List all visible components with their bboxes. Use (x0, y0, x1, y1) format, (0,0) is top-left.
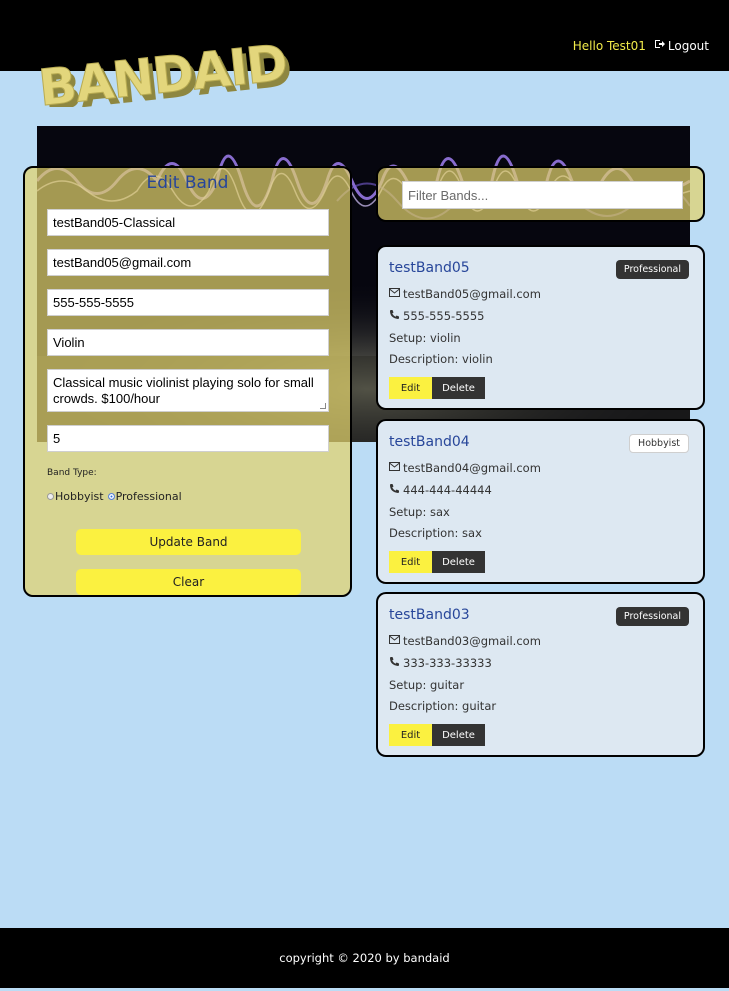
phone-icon (389, 483, 400, 497)
envelope-icon (389, 634, 400, 648)
radio-hobbyist[interactable] (47, 493, 54, 500)
band-number-input[interactable]: 5 (47, 425, 329, 452)
greeting-text: Hello Test01 (572, 38, 646, 53)
band-name[interactable]: testBand03 (389, 607, 470, 623)
band-phone-text: 333-333-33333 (403, 656, 492, 670)
band-email: testBand05@gmail.com (389, 287, 541, 301)
band-setup: Setup: violin (389, 331, 461, 345)
textarea-resize-handle[interactable] (320, 403, 326, 409)
clear-button[interactable]: Clear (76, 569, 301, 595)
phone-icon (389, 309, 400, 323)
envelope-icon (389, 287, 400, 301)
band-description-textarea[interactable]: Classical music violinist playing solo f… (47, 369, 329, 412)
band-setup: Setup: guitar (389, 678, 465, 692)
band-phone: 555-555-5555 (389, 309, 484, 323)
envelope-icon (389, 461, 400, 475)
description-text: Classical music violinist playing solo f… (53, 375, 314, 406)
bandaid-logo[interactable]: BANDAID BANDAID (35, 12, 298, 123)
band-phone-text: 444-444-44444 (403, 483, 492, 497)
band-type-badge: Professional (615, 607, 689, 626)
edit-button[interactable]: Edit (389, 724, 432, 746)
band-email-text: testBand03@gmail.com (403, 634, 541, 648)
band-setup-input[interactable]: Violin (47, 329, 329, 356)
edit-band-panel: Edit Band testBand05-Classical testBand0… (23, 166, 352, 597)
band-name[interactable]: testBand04 (389, 434, 470, 450)
delete-button[interactable]: Delete (432, 551, 485, 573)
radio-professional[interactable] (107, 493, 115, 500)
band-description: Description: guitar (389, 699, 497, 713)
radio-hobbyist-label[interactable]: Hobbyist (55, 490, 104, 503)
band-phone-input[interactable]: 555-555-5555 (47, 289, 329, 316)
copyright-text: copyright © 2020 by bandaid (279, 951, 450, 965)
edit-button[interactable]: Edit (389, 551, 432, 573)
band-card: testBand04 Hobbyist testBand04@gmail.com… (376, 419, 705, 584)
band-type-badge: Hobbyist (629, 434, 689, 453)
logout-link[interactable]: Logout (654, 38, 709, 53)
edit-band-title: Edit Band (146, 173, 229, 193)
band-type-badge: Professional (615, 260, 689, 279)
band-name[interactable]: testBand05 (389, 260, 470, 276)
band-card: testBand05 Professional testBand05@gmail… (376, 245, 705, 410)
band-type-label: Band Type: (47, 468, 97, 478)
band-email-text: testBand05@gmail.com (403, 287, 541, 301)
band-setup: Setup: sax (389, 505, 450, 519)
logout-label: Logout (667, 38, 709, 53)
band-type-radio-group: Hobbyist Professional (47, 490, 186, 503)
band-email-text: testBand04@gmail.com (403, 461, 541, 475)
phone-icon (389, 656, 400, 670)
band-phone: 444-444-44444 (389, 483, 492, 497)
band-description: Description: violin (389, 352, 493, 366)
band-phone-text: 555-555-5555 (403, 309, 485, 323)
filter-panel: Filter Bands... (376, 166, 705, 222)
band-description: Description: sax (389, 526, 482, 540)
band-email: testBand04@gmail.com (389, 461, 541, 475)
logout-icon (654, 38, 666, 53)
delete-button[interactable]: Delete (432, 724, 485, 746)
band-email-input[interactable]: testBand05@gmail.com (47, 249, 329, 276)
radio-professional-label[interactable]: Professional (116, 490, 182, 503)
footer: copyright © 2020 by bandaid (0, 928, 729, 988)
band-email: testBand03@gmail.com (389, 634, 541, 648)
filter-bands-input[interactable]: Filter Bands... (402, 181, 683, 209)
band-name-input[interactable]: testBand05-Classical (47, 209, 329, 236)
user-area: Hello Test01 Logout (573, 38, 709, 53)
band-phone: 333-333-33333 (389, 656, 492, 670)
edit-button[interactable]: Edit (389, 377, 432, 399)
update-band-button[interactable]: Update Band (76, 529, 301, 555)
band-card: testBand03 Professional testBand03@gmail… (376, 592, 705, 757)
delete-button[interactable]: Delete (432, 377, 485, 399)
